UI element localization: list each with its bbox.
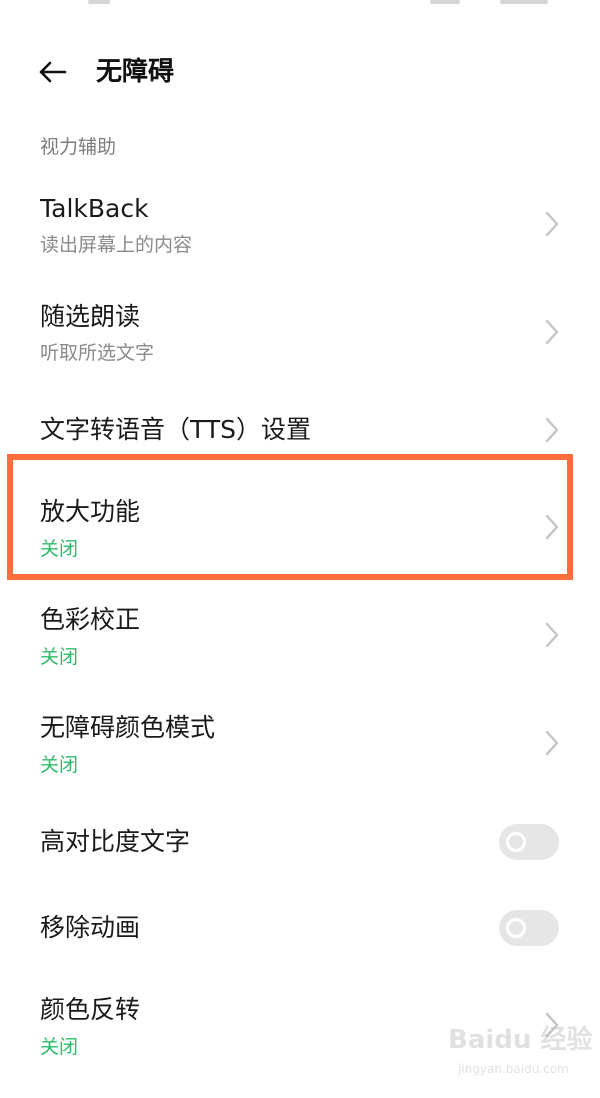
highlight-box	[7, 454, 573, 580]
status-bar	[0, 0, 600, 10]
item-status: 关闭	[40, 754, 79, 776]
setting-item-remove-animations: 移除动画	[0, 892, 600, 964]
item-title: 随选朗读	[40, 302, 141, 331]
item-title: TalkBack	[40, 194, 149, 223]
setting-item-color-correction[interactable]: 色彩校正 关闭	[0, 588, 600, 688]
status-icon	[88, 0, 110, 4]
item-title: 色彩校正	[40, 605, 141, 634]
watermark-text: Baidu 经验	[448, 1025, 593, 1055]
item-title: 文字转语音（TTS）设置	[40, 415, 311, 444]
setting-item-tts[interactable]: 文字转语音（TTS）设置	[0, 396, 600, 460]
arrow-left-icon	[39, 61, 67, 83]
toggle-knob	[506, 918, 526, 938]
remove-animations-toggle[interactable]	[499, 910, 559, 946]
item-title: 移除动画	[40, 913, 141, 942]
section-header-vision: 视力辅助	[40, 136, 117, 158]
chevron-right-icon	[545, 211, 559, 237]
setting-item-talkback[interactable]: TalkBack 读出屏幕上的内容	[0, 180, 600, 280]
item-subtitle: 读出屏幕上的内容	[40, 234, 193, 256]
back-button[interactable]	[28, 52, 76, 92]
chevron-right-icon	[545, 730, 559, 756]
status-icon	[500, 0, 548, 4]
setting-item-select-to-speak[interactable]: 随选朗读 听取所选文字	[0, 288, 600, 388]
item-title: 颜色反转	[40, 995, 141, 1024]
chevron-right-icon	[545, 417, 559, 443]
watermark-subtext: jingyan.baidu.com	[458, 1062, 569, 1076]
chevron-right-icon	[545, 622, 559, 648]
item-subtitle: 听取所选文字	[40, 342, 155, 364]
status-icon	[430, 0, 460, 4]
setting-item-accessible-color-mode[interactable]: 无障碍颜色模式 关闭	[0, 696, 600, 796]
watermark: Baidu 经验 jingyan.baidu.com	[448, 1020, 593, 1088]
item-title: 无障碍颜色模式	[40, 713, 216, 742]
high-contrast-text-toggle[interactable]	[499, 824, 559, 860]
item-status: 关闭	[40, 1036, 79, 1058]
setting-item-high-contrast-text: 高对比度文字	[0, 806, 600, 878]
page-title: 无障碍	[96, 57, 175, 87]
toggle-knob	[506, 832, 526, 852]
item-title: 高对比度文字	[40, 827, 191, 856]
chevron-right-icon	[545, 319, 559, 345]
item-status: 关闭	[40, 646, 79, 668]
app-bar: 无障碍	[0, 40, 600, 104]
